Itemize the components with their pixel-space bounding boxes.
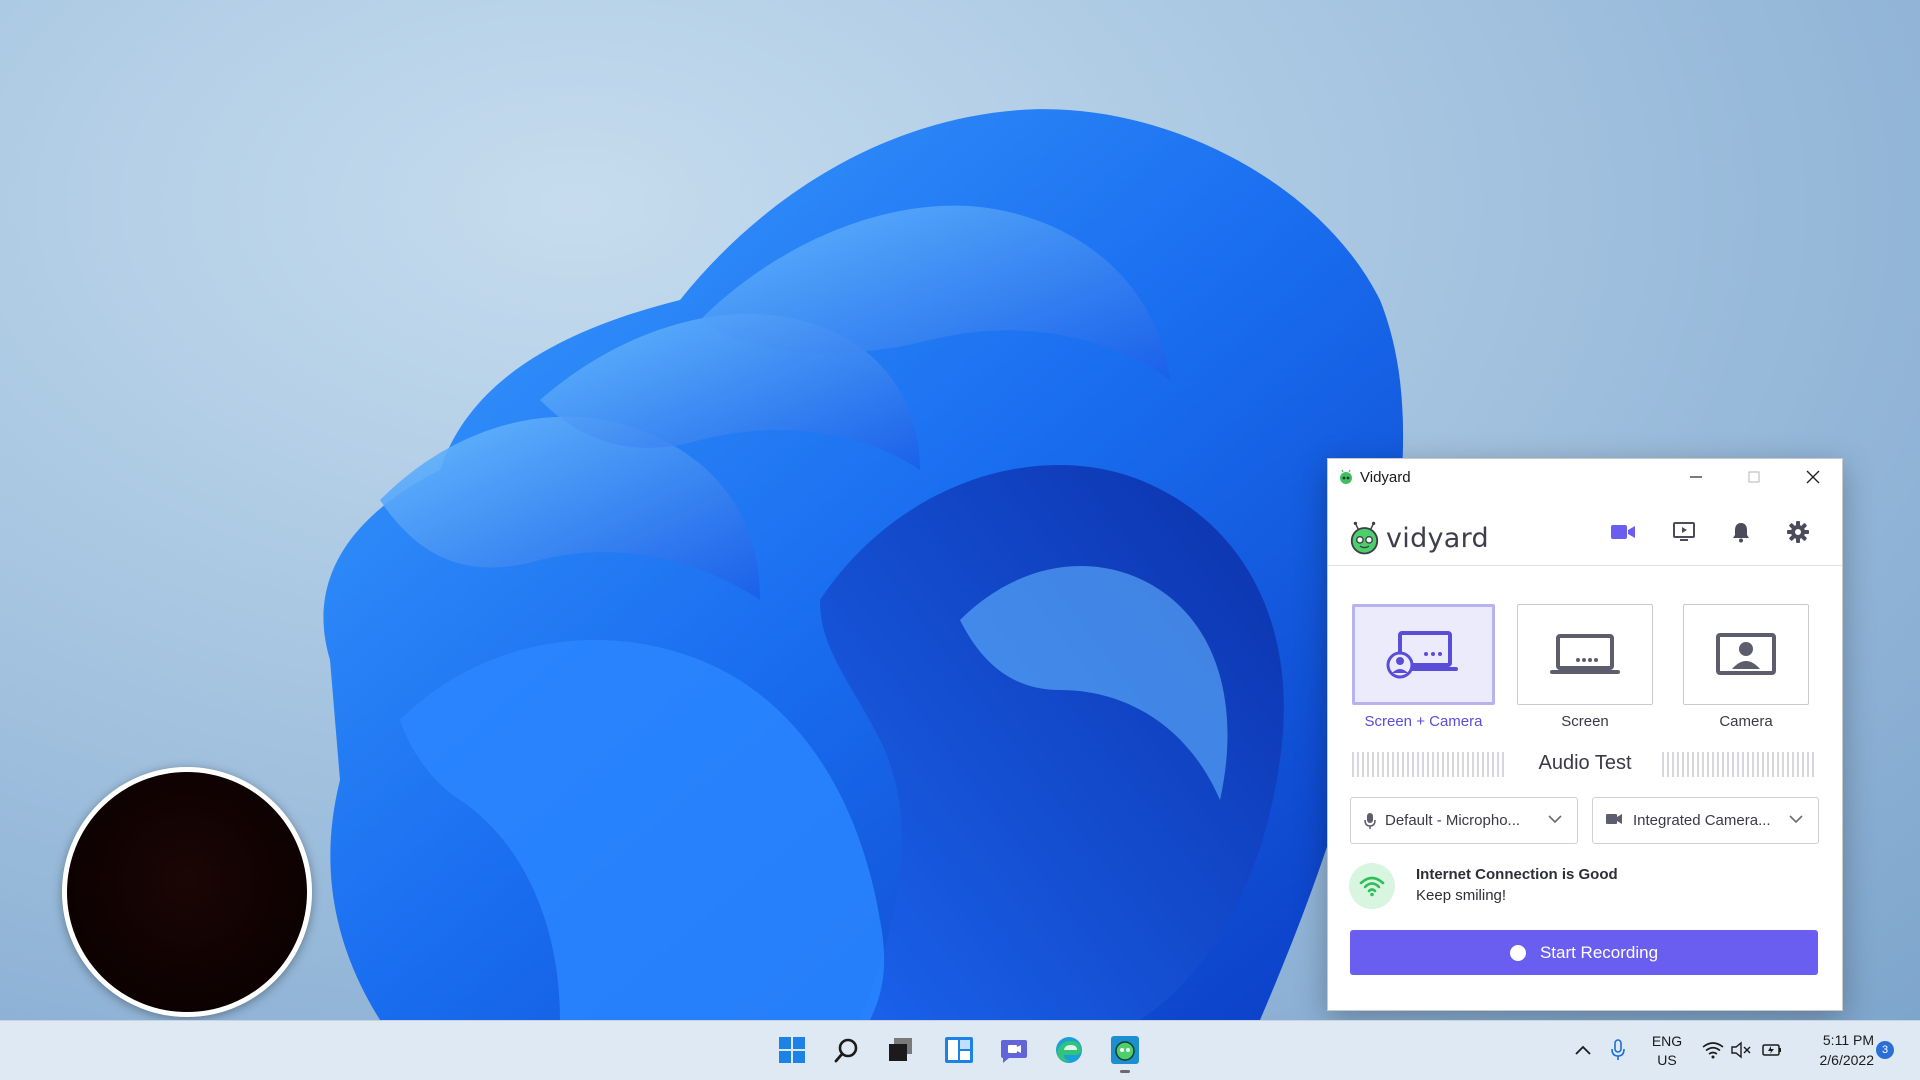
running-app-indicator xyxy=(1120,1070,1130,1073)
language-indicator-line2[interactable]: US xyxy=(1645,1052,1689,1068)
notification-count-badge[interactable]: 3 xyxy=(1876,1041,1894,1059)
windows-start-icon xyxy=(779,1037,805,1063)
tray-battery-button[interactable] xyxy=(1755,1033,1789,1067)
wifi-icon xyxy=(1359,876,1385,897)
webcam-preview-bubble[interactable] xyxy=(62,767,312,1017)
audio-test-label: Audio Test xyxy=(1538,752,1632,774)
widgets-icon xyxy=(945,1037,973,1063)
tray-volume-button[interactable] xyxy=(1724,1033,1758,1067)
chevron-down-icon xyxy=(1548,815,1562,824)
camera-select[interactable]: Integrated Camera... xyxy=(1592,797,1819,844)
video-camera-icon xyxy=(1611,525,1635,539)
laptop-screen-icon xyxy=(1550,633,1620,674)
mode-label-screen-camera: Screen + Camera xyxy=(1364,713,1483,730)
record-video-tab[interactable] xyxy=(1609,518,1637,546)
mode-screen-camera[interactable] xyxy=(1352,604,1495,705)
minimize-button[interactable] xyxy=(1667,459,1725,495)
maximize-button[interactable] xyxy=(1725,459,1783,495)
start-recording-button[interactable]: Start Recording xyxy=(1350,930,1818,975)
show-hidden-icons-button[interactable] xyxy=(1566,1033,1600,1067)
camera-select-value: Integrated Camera... xyxy=(1633,812,1771,829)
camera-icon xyxy=(1606,814,1622,824)
tray-microphone-icon xyxy=(1611,1039,1625,1060)
connection-status-subtitle: Keep smiling! xyxy=(1416,887,1507,904)
connection-status-indicator xyxy=(1349,863,1395,909)
language-indicator-line1[interactable]: ENG xyxy=(1645,1033,1689,1049)
close-button[interactable] xyxy=(1784,459,1842,495)
task-view-button[interactable] xyxy=(884,1033,918,1067)
maximize-icon xyxy=(1748,471,1760,483)
my-videos-tab[interactable] xyxy=(1670,518,1698,546)
microphone-icon xyxy=(1364,813,1376,829)
vidyard-taskbar-button[interactable] xyxy=(1108,1033,1142,1067)
widgets-button[interactable] xyxy=(942,1033,976,1067)
mode-label-camera: Camera xyxy=(1719,713,1773,730)
chevron-up-icon xyxy=(1575,1045,1591,1055)
settings-button[interactable] xyxy=(1784,518,1812,546)
microphone-select-value: Default - Micropho... xyxy=(1385,812,1521,829)
camera-person-icon xyxy=(1716,632,1776,675)
audio-level-meter-left xyxy=(1352,752,1504,777)
window-title: Vidyard xyxy=(1360,469,1411,486)
vidyard-logo-icon xyxy=(1350,521,1379,555)
mode-screen[interactable] xyxy=(1517,604,1653,705)
edge-icon xyxy=(1056,1037,1082,1063)
start-recording-label: Start Recording xyxy=(1539,942,1659,962)
vidyard-app-icon xyxy=(1340,469,1352,484)
bell-icon xyxy=(1733,523,1749,543)
title-bar[interactable]: Vidyard xyxy=(1328,459,1842,495)
mode-camera[interactable] xyxy=(1683,604,1809,705)
vidyard-taskbar-icon xyxy=(1111,1036,1139,1064)
vidyard-logo: vidyard xyxy=(1349,520,1489,556)
start-button[interactable] xyxy=(775,1033,809,1067)
battery-charging-icon xyxy=(1762,1044,1781,1056)
clock-date[interactable]: 2/6/2022 xyxy=(1790,1052,1875,1068)
minimize-icon xyxy=(1690,476,1702,478)
notifications-button[interactable] xyxy=(1727,518,1755,546)
mode-label-screen: Screen xyxy=(1561,713,1609,730)
logo-wordmark: vidyard xyxy=(1385,522,1489,554)
screen-share-icon xyxy=(1673,522,1695,541)
record-dot-icon xyxy=(1509,944,1526,961)
clock-time[interactable]: 5:11 PM xyxy=(1790,1032,1874,1048)
connection-status-title: Internet Connection is Good xyxy=(1416,866,1618,883)
close-icon xyxy=(1806,470,1820,484)
edge-browser-button[interactable] xyxy=(1052,1033,1086,1067)
chat-button[interactable] xyxy=(997,1033,1031,1067)
tray-wifi-icon xyxy=(1702,1042,1724,1059)
search-icon xyxy=(834,1038,858,1063)
volume-muted-icon xyxy=(1731,1041,1751,1059)
chat-icon xyxy=(1001,1040,1027,1063)
tray-microphone-button[interactable] xyxy=(1601,1033,1635,1067)
screen-camera-icon xyxy=(1386,630,1458,678)
microphone-select[interactable]: Default - Micropho... xyxy=(1350,797,1578,844)
chevron-down-icon xyxy=(1789,815,1803,824)
audio-level-meter-right xyxy=(1662,752,1814,777)
search-button[interactable] xyxy=(830,1033,864,1067)
gear-icon xyxy=(1787,521,1809,543)
task-view-icon xyxy=(889,1038,912,1061)
